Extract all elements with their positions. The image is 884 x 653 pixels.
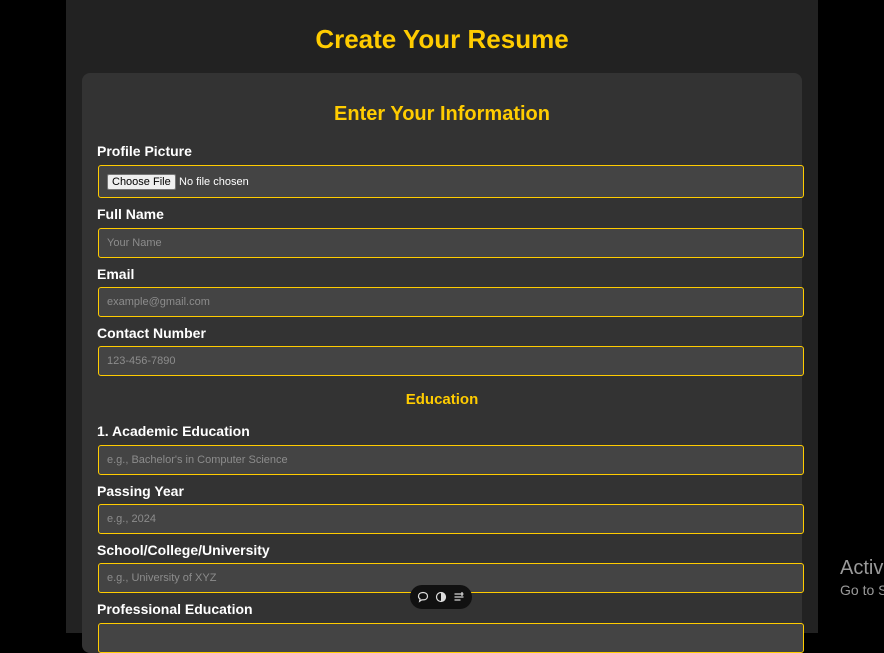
academic-education-label: 1. Academic Education xyxy=(97,423,250,439)
full-name-label: Full Name xyxy=(97,206,164,222)
profile-picture-label: Profile Picture xyxy=(97,143,192,159)
contact-number-input[interactable] xyxy=(98,346,804,376)
information-form: Enter Your Information Profile Picture C… xyxy=(82,73,804,653)
passing-year-input[interactable] xyxy=(98,504,804,534)
activation-subtitle: Go to S xyxy=(840,582,884,598)
contrast-icon[interactable] xyxy=(435,591,447,603)
menu-icon[interactable] xyxy=(453,591,465,603)
email-label: Email xyxy=(97,266,135,282)
activation-title: Activ xyxy=(840,557,884,579)
floating-toolbar xyxy=(410,585,472,609)
os-activation-watermark: Activ Go to S xyxy=(840,557,884,598)
contact-number-label: Contact Number xyxy=(97,325,206,341)
choose-file-button[interactable]: Choose File xyxy=(107,174,176,190)
form-heading: Enter Your Information xyxy=(334,103,550,125)
education-heading: Education xyxy=(405,391,479,408)
institution-label: School/College/University xyxy=(97,542,270,558)
email-input[interactable] xyxy=(98,287,804,317)
passing-year-label: Passing Year xyxy=(97,483,184,499)
professional-education-input[interactable] xyxy=(98,623,804,653)
comment-icon[interactable] xyxy=(417,591,429,603)
file-status-text: No file chosen xyxy=(179,176,249,188)
full-name-input[interactable] xyxy=(98,228,804,258)
professional-education-label: Professional Education xyxy=(97,601,253,617)
resume-page: Create Your Resume Enter Your Informatio… xyxy=(66,0,818,653)
profile-picture-input[interactable]: Choose File No file chosen xyxy=(98,165,804,198)
academic-education-input[interactable] xyxy=(98,445,804,475)
page-title: Create Your Resume xyxy=(315,24,569,54)
